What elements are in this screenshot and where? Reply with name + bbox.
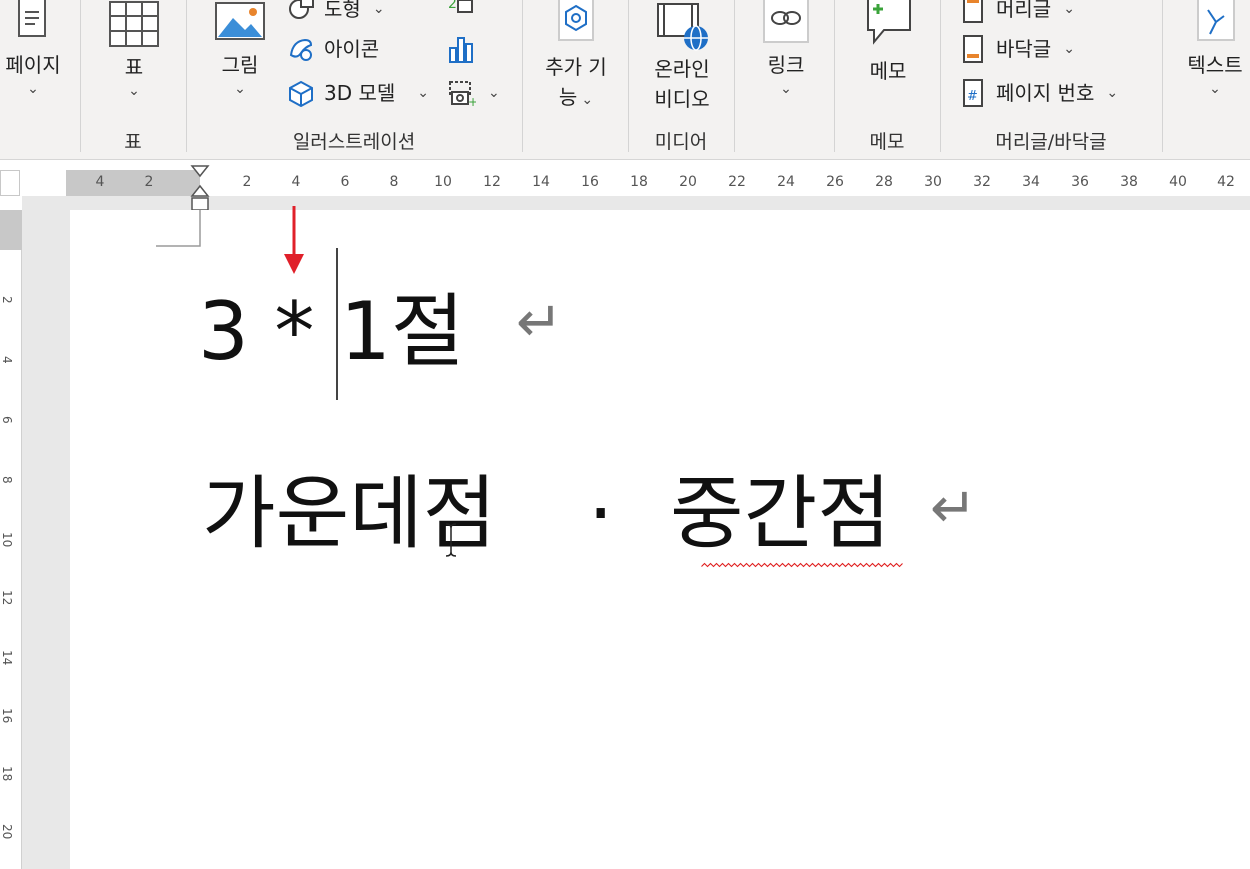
horizontal-ruler[interactable]: 4 2 2 4 6 8 10 12 14 16 18 20 22 24 26 2… — [66, 170, 1250, 196]
addins-label-line2: 능 — [558, 85, 578, 109]
header-footer-group-label: 머리글/바닥글 — [995, 131, 1107, 153]
chevron-down-icon: ⌄ — [780, 81, 792, 97]
ruler-number: 10 — [434, 174, 452, 190]
ruler-corner[interactable] — [0, 170, 20, 196]
top-margin-zone — [0, 210, 22, 250]
text-box-icon — [1197, 0, 1235, 41]
ruler-number: 4 — [0, 356, 14, 364]
ruler-number: 8 — [0, 476, 14, 484]
document-line-1-after-caret[interactable]: 1절 — [340, 284, 465, 380]
spellcheck-underline — [701, 562, 903, 568]
chevron-down-icon: ⌄ — [1209, 81, 1221, 97]
ruler-number: 22 — [728, 174, 746, 190]
indent-marker-icon[interactable] — [190, 164, 210, 212]
document-line-1-before-caret[interactable]: 3 * — [198, 284, 314, 380]
ruler-number: 16 — [581, 174, 599, 190]
pages-label: 페이지 — [5, 53, 61, 77]
paragraph-mark-icon: ↵ — [516, 290, 563, 355]
ruler-number: 24 — [777, 174, 795, 190]
media-group-label: 미디어 — [654, 131, 708, 153]
table-group-label: 표 — [124, 131, 142, 153]
link-icon — [763, 0, 809, 43]
get-addins-button[interactable]: 추가 기 능 ⌄ — [532, 0, 620, 115]
ruler-number: 2 — [242, 174, 252, 190]
ruler-number: 18 — [630, 174, 648, 190]
ruler-number: 4 — [291, 174, 301, 190]
left-margin-zone — [66, 170, 200, 196]
ruler-number: 20 — [0, 824, 14, 840]
ruler-number: 14 — [532, 174, 550, 190]
ruler-number: 32 — [973, 174, 991, 190]
ruler-number: 42 — [1217, 174, 1235, 190]
ibeam-cursor-icon — [445, 523, 457, 557]
ruler-number: 26 — [826, 174, 844, 190]
ruler-number: 12 — [483, 174, 501, 190]
ruler-number: 30 — [924, 174, 942, 190]
ruler-number: 36 — [1071, 174, 1089, 190]
illustrations-group-label: 일러스트레이션 — [292, 131, 416, 153]
link-label: 링크 — [767, 53, 805, 77]
ruler-number: 20 — [679, 174, 697, 190]
ruler-number: 4 — [95, 174, 105, 190]
document-line-2-word-b[interactable]: 중간점 — [670, 466, 891, 562]
vertical-ruler[interactable]: 2 4 6 8 10 12 14 16 18 20 — [0, 210, 22, 869]
comments-group-label: 메모 — [869, 131, 905, 153]
link-button[interactable]: 링크 ⌄ — [746, 0, 826, 96]
pages-button[interactable]: 페이지 ⌄ — [0, 0, 66, 96]
addins-label-line1: 추가 기 — [545, 55, 607, 79]
paragraph-mark-icon: ↵ — [930, 476, 977, 541]
text-cursor — [336, 248, 338, 400]
ribbon: 페이지 ⌄ 표 ⌄ 표 그림 ⌄ 도형 ⌄ 아이콘 3D 모델 ⌄ 2 + ⌄ … — [0, 0, 1250, 160]
margin-corner-marker — [156, 210, 201, 247]
ruler-number: 6 — [340, 174, 350, 190]
ruler-number: 40 — [1169, 174, 1187, 190]
ruler-number: 6 — [0, 416, 14, 424]
ruler-number: 2 — [144, 174, 154, 190]
ruler-number: 18 — [0, 766, 14, 782]
text-label: 텍스트 — [1187, 53, 1243, 77]
ruler-number: 12 — [0, 590, 14, 606]
annotation-arrow-icon — [284, 206, 304, 274]
ruler-number: 28 — [875, 174, 893, 190]
chevron-down-icon: ⌄ — [27, 81, 39, 97]
ruler-number: 10 — [0, 532, 14, 548]
ruler-number: 16 — [0, 708, 14, 724]
ruler-number: 2 — [0, 296, 14, 304]
ruler-number: 34 — [1022, 174, 1040, 190]
page-icon — [18, 0, 46, 37]
addins-icon — [558, 0, 594, 41]
document-line-2-middle-dot[interactable]: · — [588, 466, 613, 562]
ruler-number: 14 — [0, 650, 14, 666]
text-box-button[interactable]: 텍스트 ⌄ — [1172, 0, 1250, 96]
chevron-down-icon: ⌄ — [581, 92, 594, 108]
ruler-number: 38 — [1120, 174, 1138, 190]
ruler-number: 8 — [389, 174, 399, 190]
